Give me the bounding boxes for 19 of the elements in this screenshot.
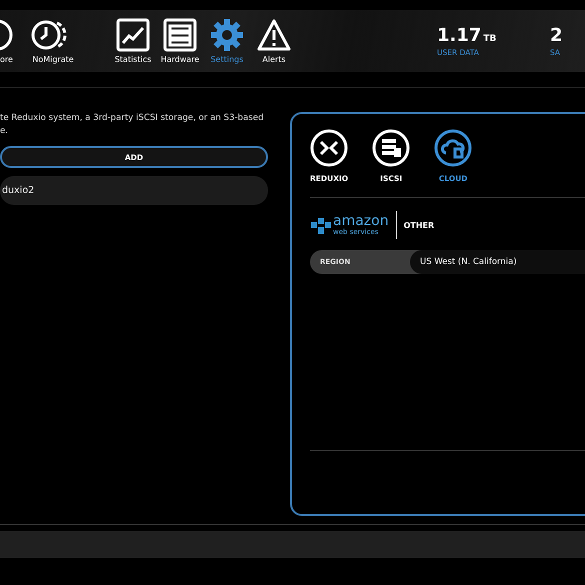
storage-description: te Reduxio system, a 3rd-party iSCSI storage, or an S3-based e. [0,112,265,138]
nav-item[interactable]: Settings [205,18,249,64]
nav-item[interactable]: Statistics [111,18,155,64]
region-field[interactable]: US West (N. California) [410,250,585,274]
server-icon [163,18,197,52]
warning-icon [256,18,292,52]
nav-item[interactable]: ore [0,18,14,64]
storage-list-item[interactable]: duxio2 [0,176,268,205]
chart-icon [116,18,150,52]
stat-value: 2 [550,25,563,46]
arc-icon [0,18,14,52]
nav-item[interactable]: NoMigrate [31,18,75,64]
cloud-icon [434,129,472,167]
server-disk-icon [372,129,410,167]
provider-option[interactable]: OTHER [404,220,434,230]
settings-icon [210,18,244,52]
nav-item[interactable]: Alerts [252,18,296,64]
stat-value: 1.17 TB [437,25,496,46]
nav-item[interactable]: Hardware [158,18,202,64]
